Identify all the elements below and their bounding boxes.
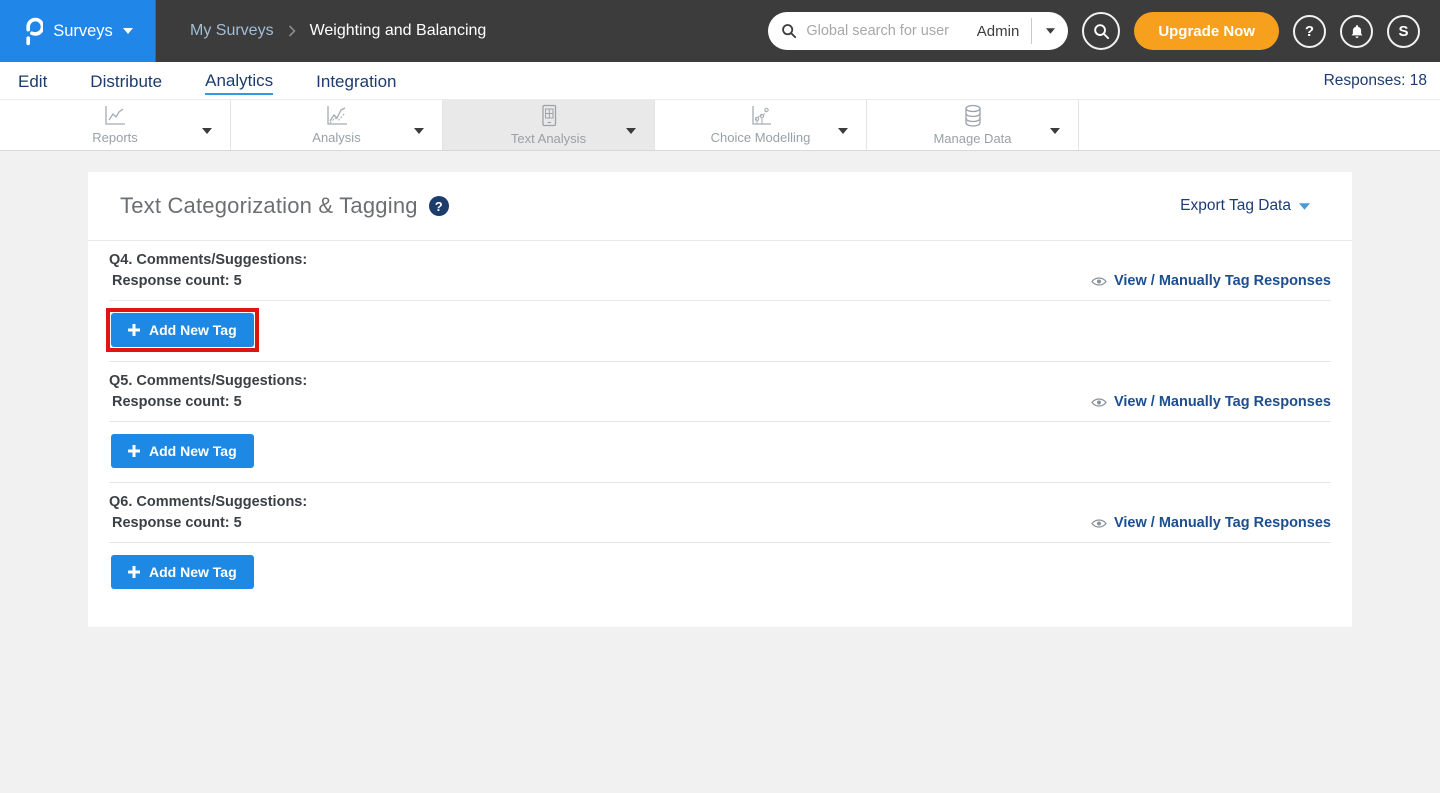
card-header: Text Categorization & Tagging ? Export T…	[88, 172, 1352, 241]
toolbar-item-choice-modelling[interactable]: Choice Modelling	[655, 100, 867, 150]
question-section-q6: Q6. Comments/Suggestions: Response count…	[88, 483, 1352, 603]
eye-icon	[1091, 518, 1107, 529]
text-document-icon	[538, 104, 560, 128]
tab-analytics[interactable]: Analytics	[205, 66, 273, 95]
eye-icon	[1091, 276, 1107, 287]
chevron-down-icon[interactable]	[1050, 121, 1060, 139]
global-search-input[interactable]	[797, 23, 972, 39]
chevron-down-icon[interactable]	[414, 121, 424, 139]
breadcrumb-separator-icon	[288, 25, 296, 37]
database-icon	[962, 104, 984, 128]
toolbar-item-label: Text Analysis	[511, 131, 586, 146]
plus-icon	[128, 445, 140, 457]
view-manually-tag-label: View / Manually Tag Responses	[1114, 273, 1331, 289]
search-submit-button[interactable]	[1082, 12, 1120, 50]
question-label: Q6. Comments/Suggestions:	[109, 483, 1331, 510]
view-manually-tag-link[interactable]: View / Manually Tag Responses	[1091, 273, 1331, 289]
avatar[interactable]: S	[1387, 15, 1420, 48]
line-chart-icon	[103, 105, 127, 127]
tab-edit[interactable]: Edit	[18, 67, 47, 94]
upgrade-now-button[interactable]: Upgrade Now	[1134, 12, 1279, 50]
question-label: Q4. Comments/Suggestions:	[109, 241, 1331, 268]
question-label: Q5. Comments/Suggestions:	[109, 362, 1331, 389]
page-title: Text Categorization & Tagging	[120, 193, 418, 219]
toolbar-item-analysis[interactable]: Analysis	[231, 100, 443, 150]
chevron-down-icon[interactable]	[626, 121, 636, 139]
breadcrumb-parent-link[interactable]: My Surveys	[190, 22, 274, 40]
proprofs-logo-icon	[22, 17, 43, 46]
global-search: Admin	[768, 12, 1068, 50]
add-new-tag-label: Add New Tag	[149, 564, 237, 580]
avatar-initial: S	[1398, 23, 1408, 40]
toolbar-item-label: Reports	[92, 130, 138, 145]
toolbar-item-label: Choice Modelling	[711, 130, 811, 145]
help-button[interactable]: ?	[1293, 15, 1326, 48]
view-manually-tag-label: View / Manually Tag Responses	[1114, 515, 1331, 531]
export-tag-data-label: Export Tag Data	[1180, 197, 1291, 215]
breadcrumb: My Surveys Weighting and Balancing	[190, 22, 486, 40]
chevron-down-icon	[123, 28, 133, 34]
question-section-q5: Q5. Comments/Suggestions: Response count…	[88, 362, 1352, 483]
section-tabs: Edit Distribute Analytics Integration Re…	[0, 62, 1440, 99]
toolbar-item-label: Analysis	[312, 130, 360, 145]
add-new-tag-button[interactable]: Add New Tag	[111, 434, 254, 468]
response-count: Response count: 5	[109, 515, 242, 531]
chevron-down-icon[interactable]	[838, 121, 848, 139]
bell-icon	[1349, 23, 1365, 40]
add-new-tag-button[interactable]: Add New Tag	[111, 555, 254, 589]
scatter-chart-icon	[749, 105, 773, 127]
add-new-tag-label: Add New Tag	[149, 443, 237, 459]
response-count: Response count: 5	[109, 394, 242, 410]
search-scope-value[interactable]: Admin	[973, 23, 1032, 40]
notifications-button[interactable]	[1340, 15, 1373, 48]
question-section-q4: Q4. Comments/Suggestions: Response count…	[88, 241, 1352, 362]
search-icon	[781, 23, 797, 39]
top-header: Surveys My Surveys Weighting and Balanci…	[0, 0, 1440, 62]
toolbar-item-reports[interactable]: Reports	[0, 100, 231, 150]
toolbar-item-text-analysis[interactable]: Text Analysis	[443, 100, 655, 150]
chevron-down-icon[interactable]	[202, 121, 212, 139]
eye-icon	[1091, 397, 1107, 408]
help-tooltip-icon[interactable]: ?	[429, 196, 449, 216]
analytics-toolbar: Reports Analysis Text An	[0, 99, 1440, 151]
product-switcher[interactable]: Surveys	[0, 0, 156, 62]
view-manually-tag-link[interactable]: View / Manually Tag Responses	[1091, 394, 1331, 410]
header-actions: Admin Upgrade Now ?	[768, 12, 1440, 50]
breadcrumb-current: Weighting and Balancing	[310, 22, 487, 40]
view-manually-tag-link[interactable]: View / Manually Tag Responses	[1091, 515, 1331, 531]
toolbar-item-manage-data[interactable]: Manage Data	[867, 100, 1079, 150]
responses-count: Responses: 18	[1324, 72, 1427, 90]
multi-line-chart-icon	[325, 105, 349, 127]
question-mark-icon: ?	[435, 199, 443, 214]
text-tagging-card: Text Categorization & Tagging ? Export T…	[88, 172, 1352, 627]
toolbar-item-label: Manage Data	[933, 131, 1011, 146]
search-icon	[1093, 23, 1110, 40]
product-menu-label: Surveys	[53, 22, 113, 41]
add-new-tag-label: Add New Tag	[149, 322, 237, 338]
tab-integration[interactable]: Integration	[316, 67, 396, 94]
response-count: Response count: 5	[109, 273, 242, 289]
tab-distribute[interactable]: Distribute	[90, 67, 162, 94]
export-tag-data-dropdown[interactable]: Export Tag Data	[1180, 197, 1310, 215]
view-manually-tag-label: View / Manually Tag Responses	[1114, 394, 1331, 410]
annotation-highlight-box: Add New Tag	[106, 308, 259, 352]
plus-icon	[128, 324, 140, 336]
question-mark-icon: ?	[1305, 23, 1314, 40]
add-new-tag-button[interactable]: Add New Tag	[111, 313, 254, 347]
search-scope-caret-icon[interactable]	[1032, 28, 1068, 34]
chevron-down-icon	[1299, 203, 1310, 210]
main-content: Text Categorization & Tagging ? Export T…	[0, 151, 1440, 627]
plus-icon	[128, 566, 140, 578]
